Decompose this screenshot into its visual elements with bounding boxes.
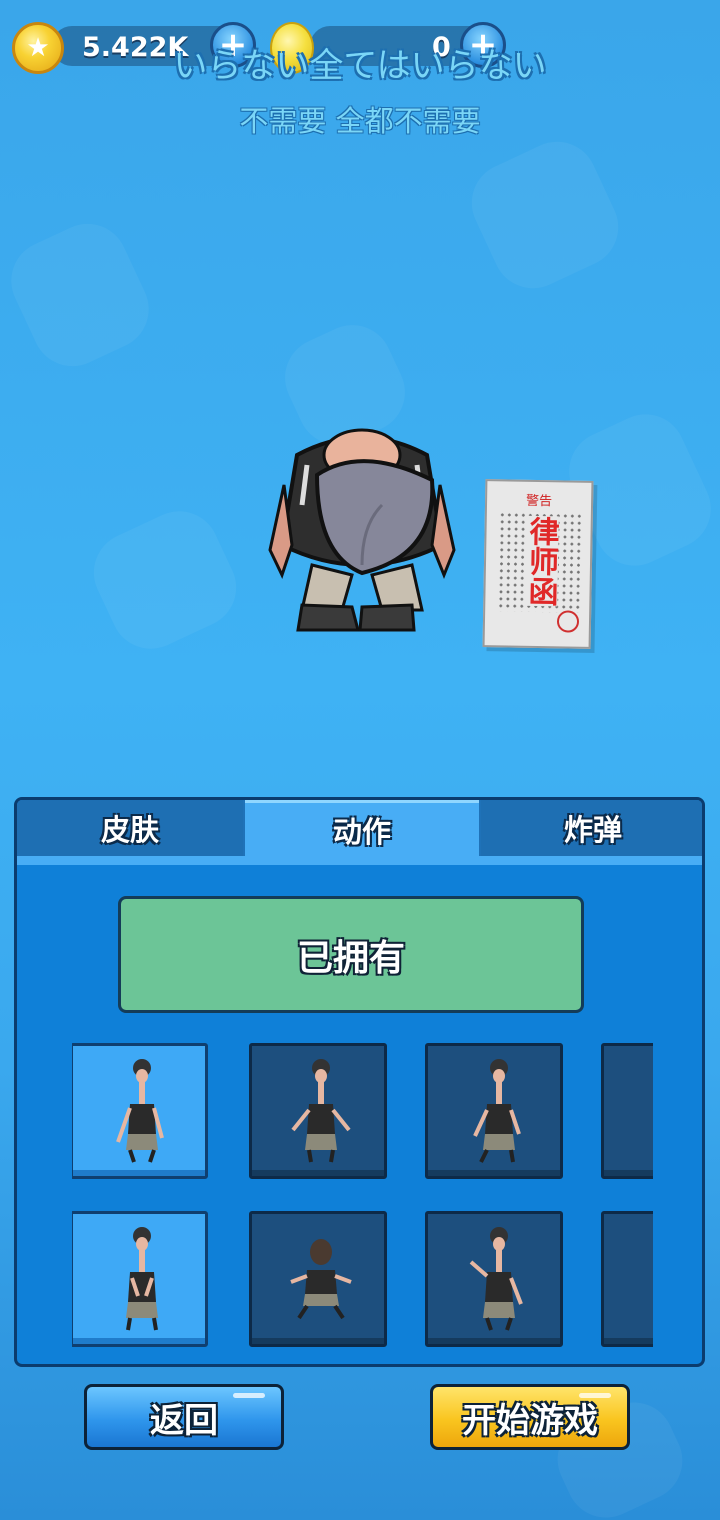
background-pattern [0, 210, 162, 380]
character-preview [262, 425, 462, 640]
character-pose-icon [116, 1059, 164, 1163]
button-shine [233, 1393, 265, 1398]
action-item-3[interactable] [425, 1043, 563, 1179]
character-pose-icon [633, 1054, 653, 1172]
character-pose-icon [469, 1227, 523, 1331]
letter-title: 律师函 [522, 515, 559, 607]
action-item-2[interactable] [249, 1043, 387, 1179]
character-pose-icon [633, 1222, 653, 1340]
character-pose-icon [473, 1059, 521, 1163]
background-pattern [458, 128, 632, 302]
action-grid [72, 1043, 653, 1353]
tab-underline [17, 856, 702, 865]
action-item-5[interactable] [72, 1211, 208, 1347]
start-game-button[interactable]: 开始游戏 [430, 1384, 630, 1450]
letter-stamp [556, 610, 580, 633]
tab-skin[interactable]: 皮肤 [17, 800, 243, 856]
character-pose-icon [290, 1239, 352, 1320]
letter-warning: 警告 [525, 493, 553, 510]
action-item-1[interactable] [72, 1043, 208, 1179]
owned-status-button[interactable]: 已拥有 [118, 896, 584, 1013]
character-pose-icon [291, 1059, 351, 1163]
subtitle-japanese: いらない全てはいらない [173, 46, 547, 86]
tab-action[interactable]: 动作 [245, 800, 479, 856]
customization-panel: 皮肤 动作 炸弹 已拥有 [14, 797, 705, 1367]
back-button[interactable]: 返回 [84, 1384, 284, 1450]
character-pose-icon [126, 1227, 158, 1331]
action-item-7[interactable] [425, 1211, 563, 1347]
start-game-button-label: 开始游戏 [462, 1400, 598, 1441]
tab-bomb[interactable]: 炸弹 [481, 800, 702, 856]
lawyer-letter: 警告 律师函 [482, 479, 594, 649]
action-item-4[interactable] [601, 1043, 653, 1179]
background-pattern [80, 498, 250, 662]
action-item-8[interactable] [601, 1211, 653, 1347]
subtitle-chinese: 不需要 全都不需要 [239, 104, 481, 138]
action-item-6[interactable] [249, 1211, 387, 1347]
back-button-label: 返回 [150, 1400, 218, 1441]
button-shine [579, 1393, 611, 1398]
